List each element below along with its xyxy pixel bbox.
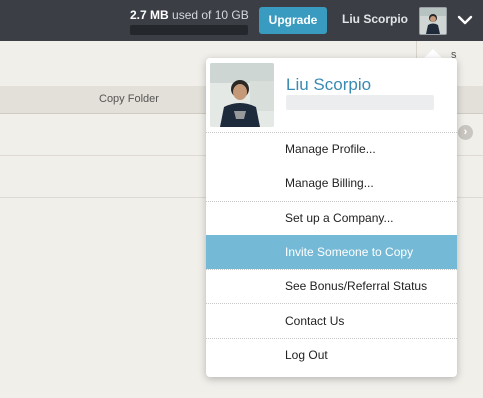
column-header-copy-folder[interactable]: Copy Folder	[99, 93, 159, 105]
storage-total-text: used of 10 GB	[172, 8, 249, 22]
menu-item-label: Invite Someone to Copy	[285, 245, 414, 259]
upgrade-button[interactable]: Upgrade	[259, 7, 327, 34]
menu-item-invite-someone[interactable]: Invite Someone to Copy	[206, 235, 457, 269]
profile-email-redacted	[286, 95, 434, 110]
storage-usage-text: 2.7 MB used of 10 GB	[130, 8, 249, 22]
chevron-down-icon[interactable]	[456, 11, 474, 29]
dropdown-caret	[424, 49, 442, 58]
avatar[interactable]	[419, 7, 447, 35]
profile-photo	[210, 63, 274, 127]
menu-item-label: See Bonus/Referral Status	[285, 279, 428, 293]
menu-item-manage-profile[interactable]: Manage Profile...	[206, 132, 457, 166]
profile-name: Liu Scorpio	[286, 75, 372, 94]
storage-used-value: 2.7 MB	[130, 8, 169, 22]
menu-item-manage-billing[interactable]: Manage Billing...	[206, 166, 457, 200]
menu-item-set-up-company[interactable]: Set up a Company...	[206, 201, 457, 235]
menu-item-log-out[interactable]: Log Out	[206, 338, 457, 372]
menu-item-label: Log Out	[285, 348, 328, 362]
menu-item-label: Manage Profile...	[285, 142, 376, 156]
menu-item-label: Set up a Company...	[285, 211, 394, 225]
user-dropdown-menu: Liu Scorpio Manage Profile... Manage Bil…	[206, 58, 457, 377]
user-name-label[interactable]: Liu Scorpio	[342, 12, 408, 26]
storage-progress-bar	[130, 25, 248, 35]
menu-item-contact-us[interactable]: Contact Us	[206, 304, 457, 338]
chevron-right-icon[interactable]: ›	[458, 125, 473, 140]
menu-item-bonus-referral[interactable]: See Bonus/Referral Status	[206, 269, 457, 303]
top-bar: 2.7 MB used of 10 GB Upgrade Liu Scorpio	[0, 0, 483, 41]
menu-item-label: Manage Billing...	[285, 176, 374, 190]
menu-item-label: Contact Us	[285, 314, 345, 328]
